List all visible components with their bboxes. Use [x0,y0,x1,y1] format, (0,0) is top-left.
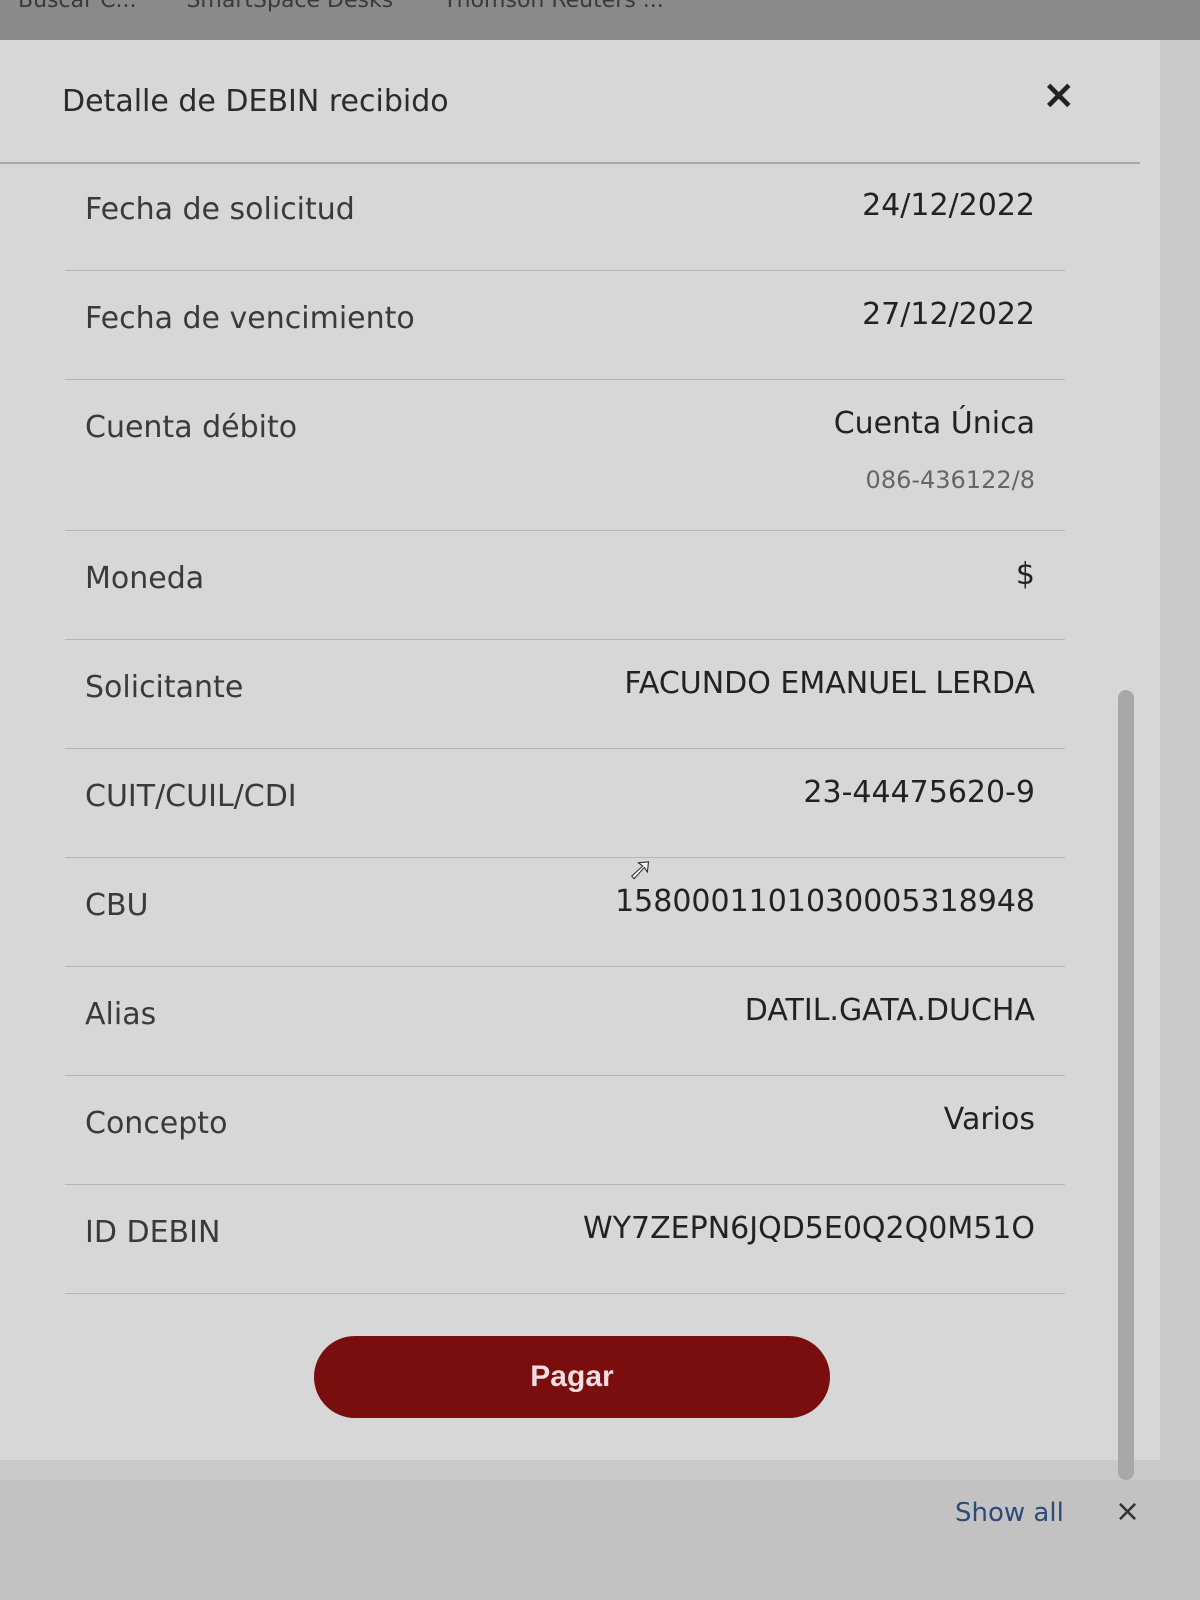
show-all-link[interactable]: Show all [955,1498,1064,1528]
detail-row: Fecha de solicitud 24/12/2022 [65,162,1065,271]
detail-label: Moneda [85,561,205,596]
bookmark[interactable]: Thomson Reuters ... [443,0,664,13]
detail-label: Alias [85,997,157,1032]
bookmark[interactable]: Buscar C... [18,0,136,13]
detail-row: Solicitante FACUNDO EMANUEL LERDA [65,640,1065,749]
detail-list: Fecha de solicitud 24/12/2022 Fecha de ven… [65,162,1065,1294]
detail-value: WY7ZEPN6JQD5E0Q2Q0M51O [583,1211,1035,1246]
debin-detail-modal: Detalle de DEBIN recibido × Fecha de sol… [0,40,1160,1460]
detail-row: ID DEBIN WY7ZEPN6JQD5E0Q2Q0M51O [65,1185,1065,1294]
modal-title: Detalle de DEBIN recibido [62,84,449,119]
detail-subvalue: 086-436122/8 [865,466,1035,494]
detail-value: DATIL.GATA.DUCHA [744,993,1035,1028]
mouse-cursor-icon: ➚ [627,852,654,888]
detail-label: Fecha de solicitud [85,192,355,227]
detail-row: Fecha de vencimiento 27/12/2022 [65,271,1065,380]
detail-row: CBU 1580001101030005318948 [65,858,1065,967]
downloads-bar: Show all × [0,1480,1200,1600]
detail-value: Varios [943,1102,1035,1137]
detail-value: $ [1015,557,1035,592]
close-icon[interactable]: × [1042,72,1076,118]
detail-label: Cuenta débito [85,410,298,445]
detail-label: CUIT/CUIL/CDI [85,779,297,814]
scrollbar[interactable] [1118,690,1134,1480]
modal-header: Detalle de DEBIN recibido × [0,40,1140,164]
detail-value: Cuenta Única [833,406,1035,441]
pay-button[interactable]: Pagar [314,1336,830,1418]
detail-value: 23-44475620-9 [803,775,1035,810]
detail-label: Concepto [85,1106,228,1141]
detail-row: CUIT/CUIL/CDI 23-44475620-9 [65,749,1065,858]
detail-value: 27/12/2022 [862,297,1035,332]
detail-label: Fecha de vencimiento [85,301,415,336]
bookmarks-bar: Buscar C... SmartSpace Desks Thomson Reu… [0,0,1200,40]
detail-value: 1580001101030005318948 [615,884,1035,919]
detail-value: 24/12/2022 [862,188,1035,223]
bookmark[interactable]: SmartSpace Desks [186,0,393,13]
detail-label: CBU [85,888,149,923]
detail-row: Moneda $ [65,531,1065,640]
detail-row: Concepto Varios [65,1076,1065,1185]
detail-row: Cuenta débito Cuenta Única 086-436122/8 [65,380,1065,531]
detail-value: FACUNDO EMANUEL LERDA [624,666,1035,701]
close-downloads-icon[interactable]: × [1115,1494,1140,1529]
detail-label: ID DEBIN [85,1215,221,1250]
detail-label: Solicitante [85,670,244,705]
detail-row: Alias DATIL.GATA.DUCHA [65,967,1065,1076]
